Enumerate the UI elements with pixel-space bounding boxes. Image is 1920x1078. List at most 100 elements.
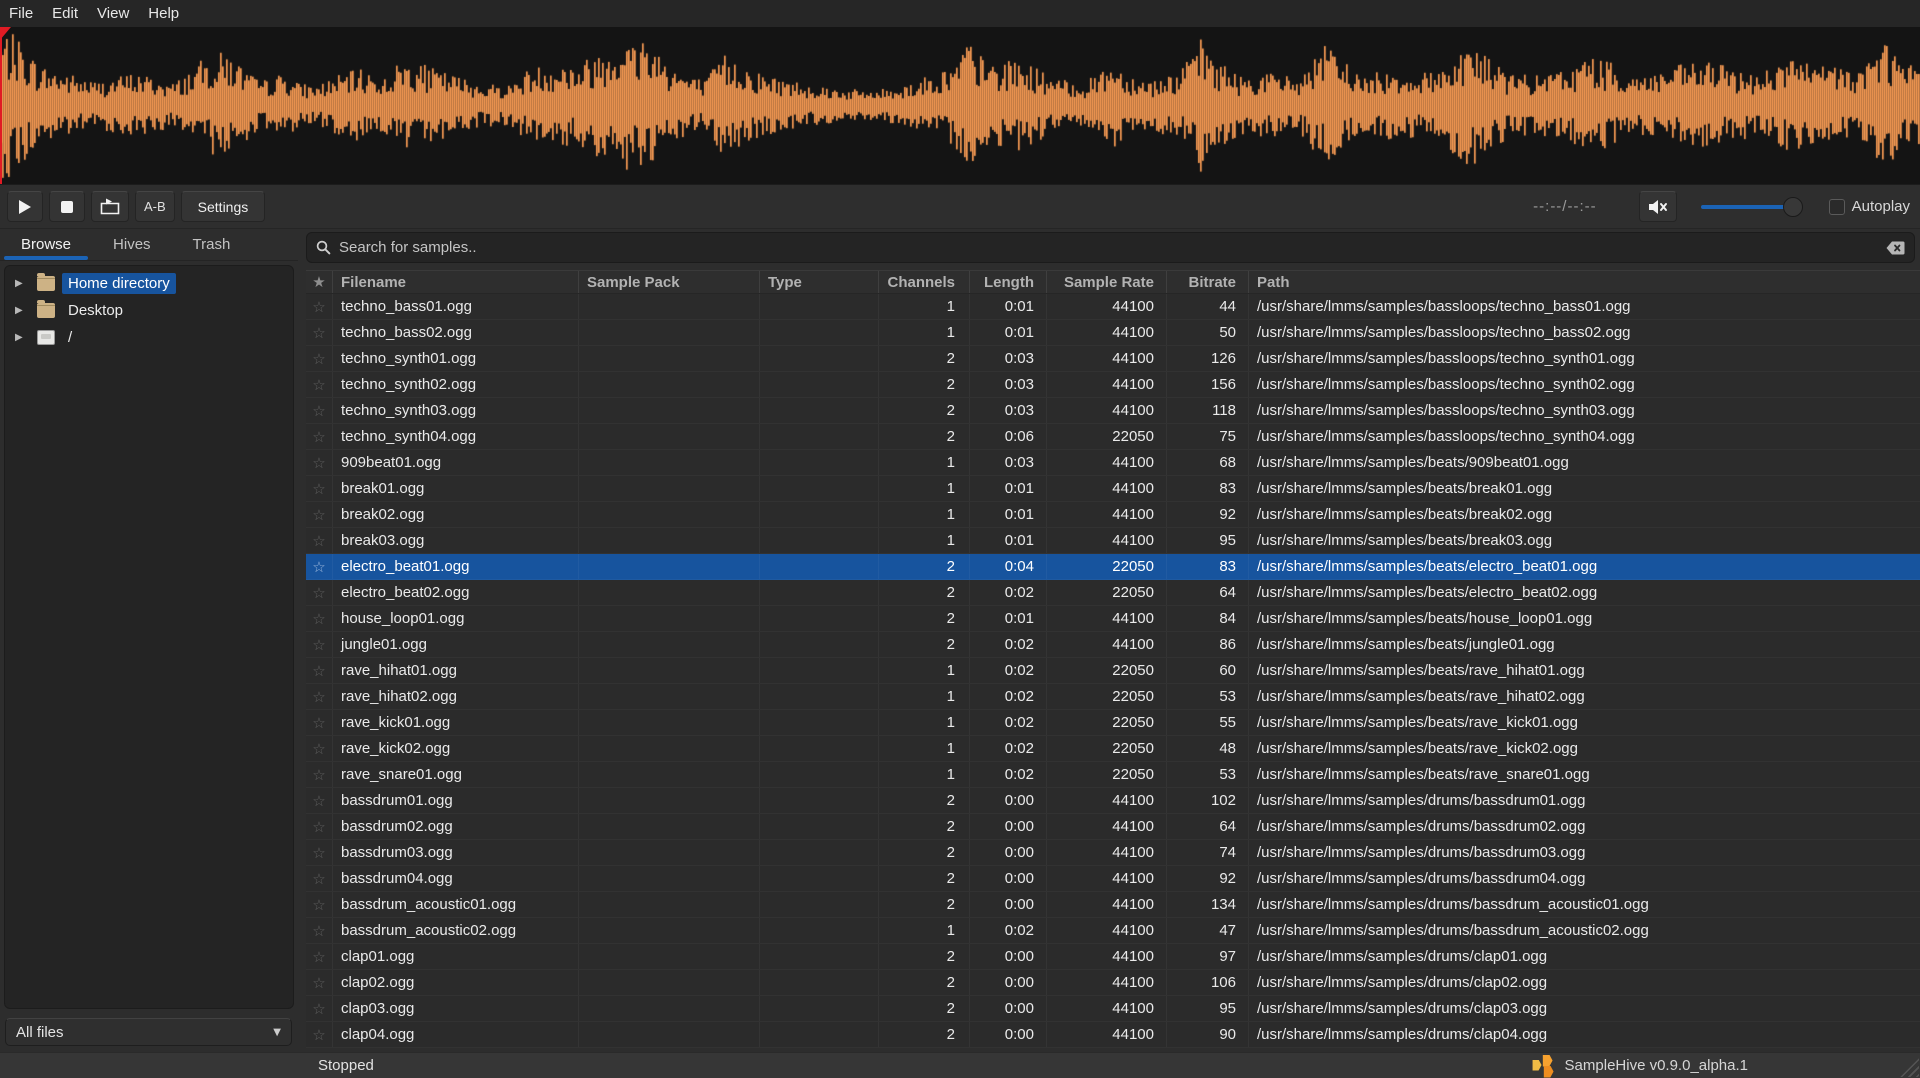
cell-bitrate: 74 [1167, 840, 1249, 865]
star-outline-icon[interactable]: ☆ [312, 428, 325, 446]
menu-file[interactable]: File [9, 5, 33, 22]
table-row[interactable]: ☆rave_kick02.ogg10:022205048/usr/share/l… [306, 736, 1920, 762]
table-row[interactable]: ☆rave_hihat02.ogg10:022205053/usr/share/… [306, 684, 1920, 710]
star-outline-icon[interactable]: ☆ [312, 480, 325, 498]
expander-icon[interactable]: ▶ [15, 278, 31, 289]
table-row[interactable]: ☆bassdrum02.ogg20:004410064/usr/share/lm… [306, 814, 1920, 840]
table-row[interactable]: ☆electro_beat01.ogg20:042205083/usr/shar… [306, 554, 1920, 580]
star-outline-icon[interactable]: ☆ [312, 402, 325, 420]
tab-browse[interactable]: Browse [0, 229, 92, 260]
column-header-star[interactable]: ★ [306, 271, 333, 293]
star-outline-icon[interactable]: ☆ [312, 532, 325, 550]
column-header-length[interactable]: Length [970, 271, 1047, 293]
star-outline-icon[interactable]: ☆ [312, 714, 325, 732]
column-header-bitrate[interactable]: Bitrate [1167, 271, 1249, 293]
table-row[interactable]: ☆electro_beat02.ogg20:022205064/usr/shar… [306, 580, 1920, 606]
mute-button[interactable] [1639, 191, 1677, 222]
star-outline-icon[interactable]: ☆ [312, 740, 325, 758]
menu-edit[interactable]: Edit [52, 5, 78, 22]
resize-grip[interactable] [1899, 1057, 1919, 1077]
star-outline-icon[interactable]: ☆ [312, 662, 325, 680]
table-row[interactable]: ☆break03.ogg10:014410095/usr/share/lmms/… [306, 528, 1920, 554]
volume-slider[interactable] [1701, 197, 1801, 217]
search-input[interactable] [339, 239, 1886, 256]
settings-button[interactable]: Settings [181, 191, 266, 222]
table-row[interactable]: ☆techno_synth01.ogg20:0344100126/usr/sha… [306, 346, 1920, 372]
tree-item-home-directory[interactable]: ▶Home directory [5, 270, 293, 297]
star-outline-icon[interactable]: ☆ [312, 688, 325, 706]
star-outline-icon[interactable]: ☆ [312, 1000, 325, 1018]
clear-search-icon[interactable] [1886, 241, 1905, 255]
cell-samplerate: 22050 [1047, 710, 1167, 735]
table-row[interactable]: ☆house_loop01.ogg20:014410084/usr/share/… [306, 606, 1920, 632]
star-outline-icon[interactable]: ☆ [312, 506, 325, 524]
table-row[interactable]: ☆909beat01.ogg10:034410068/usr/share/lmm… [306, 450, 1920, 476]
star-outline-icon[interactable]: ☆ [312, 870, 325, 888]
table-row[interactable]: ☆bassdrum_acoustic02.ogg10:024410047/usr… [306, 918, 1920, 944]
tree-item--[interactable]: ▶/ [5, 324, 293, 351]
search-bar[interactable] [306, 232, 1915, 263]
table-row[interactable]: ☆rave_snare01.ogg10:022205053/usr/share/… [306, 762, 1920, 788]
table-row[interactable]: ☆techno_bass02.ogg10:014410050/usr/share… [306, 320, 1920, 346]
star-outline-icon[interactable]: ☆ [312, 324, 325, 342]
star-outline-icon[interactable]: ☆ [312, 922, 325, 940]
cell-samplerate: 44100 [1047, 996, 1167, 1021]
column-header-path[interactable]: Path [1249, 271, 1920, 293]
star-outline-icon[interactable]: ☆ [312, 584, 325, 602]
column-header-filename[interactable]: Filename [333, 271, 579, 293]
ab-loop-button[interactable]: A-B [135, 191, 175, 222]
table-row[interactable]: ☆clap03.ogg20:004410095/usr/share/lmms/s… [306, 996, 1920, 1022]
star-outline-icon[interactable]: ☆ [312, 844, 325, 862]
table-row[interactable]: ☆clap04.ogg20:004410090/usr/share/lmms/s… [306, 1022, 1920, 1048]
table-row[interactable]: ☆techno_synth03.ogg20:0344100118/usr/sha… [306, 398, 1920, 424]
star-outline-icon[interactable]: ☆ [312, 636, 325, 654]
star-outline-icon[interactable]: ☆ [312, 298, 325, 316]
table-row[interactable]: ☆jungle01.ogg20:024410086/usr/share/lmms… [306, 632, 1920, 658]
stop-button[interactable] [49, 191, 85, 222]
star-outline-icon[interactable]: ☆ [312, 454, 325, 472]
tree-item-desktop[interactable]: ▶Desktop [5, 297, 293, 324]
star-outline-icon[interactable]: ☆ [312, 948, 325, 966]
table-row[interactable]: ☆break02.ogg10:014410092/usr/share/lmms/… [306, 502, 1920, 528]
star-outline-icon[interactable]: ☆ [312, 350, 325, 368]
waveform-display[interactable] [0, 27, 1920, 185]
star-outline-icon[interactable]: ☆ [312, 766, 325, 784]
table-row[interactable]: ☆bassdrum04.ogg20:004410092/usr/share/lm… [306, 866, 1920, 892]
table-row[interactable]: ☆break01.ogg10:014410083/usr/share/lmms/… [306, 476, 1920, 502]
star-outline-icon[interactable]: ☆ [312, 376, 325, 394]
table-row[interactable]: ☆rave_hihat01.ogg10:022205060/usr/share/… [306, 658, 1920, 684]
table-row[interactable]: ☆rave_kick01.ogg10:022205055/usr/share/l… [306, 710, 1920, 736]
tab-trash[interactable]: Trash [172, 229, 252, 260]
expander-icon[interactable]: ▶ [15, 332, 31, 343]
column-header-type[interactable]: Type [760, 271, 879, 293]
star-outline-icon[interactable]: ☆ [312, 818, 325, 836]
play-button[interactable] [7, 191, 43, 222]
column-header-channels[interactable]: Channels [879, 271, 970, 293]
directory-tree: ▶Home directory▶Desktop▶/ [4, 265, 294, 1009]
menu-help[interactable]: Help [148, 5, 179, 22]
column-header-samplerate[interactable]: Sample Rate [1047, 271, 1167, 293]
file-filter-dropdown[interactable]: All files ▼ [5, 1018, 292, 1046]
menu-view[interactable]: View [97, 5, 129, 22]
star-outline-icon[interactable]: ☆ [312, 558, 325, 576]
autoplay-checkbox[interactable] [1829, 199, 1845, 215]
volume-knob[interactable] [1783, 197, 1803, 217]
table-row[interactable]: ☆bassdrum03.ogg20:004410074/usr/share/lm… [306, 840, 1920, 866]
expander-icon[interactable]: ▶ [15, 305, 31, 316]
star-outline-icon[interactable]: ☆ [312, 610, 325, 628]
star-outline-icon[interactable]: ☆ [312, 974, 325, 992]
table-row[interactable]: ☆techno_synth02.ogg20:0344100156/usr/sha… [306, 372, 1920, 398]
column-header-samplepack[interactable]: Sample Pack [579, 271, 760, 293]
table-row[interactable]: ☆bassdrum_acoustic01.ogg20:0044100134/us… [306, 892, 1920, 918]
open-folder-button[interactable] [91, 191, 129, 222]
table-row[interactable]: ☆techno_synth04.ogg20:062205075/usr/shar… [306, 424, 1920, 450]
star-outline-icon[interactable]: ☆ [312, 896, 325, 914]
table-row[interactable]: ☆techno_bass01.ogg10:014410044/usr/share… [306, 294, 1920, 320]
table-row[interactable]: ☆bassdrum01.ogg20:0044100102/usr/share/l… [306, 788, 1920, 814]
table-row[interactable]: ☆clap01.ogg20:004410097/usr/share/lmms/s… [306, 944, 1920, 970]
star-outline-icon[interactable]: ☆ [312, 1026, 325, 1044]
tab-hives[interactable]: Hives [92, 229, 172, 260]
table-row[interactable]: ☆clap02.ogg20:0044100106/usr/share/lmms/… [306, 970, 1920, 996]
cell-length: 0:02 [970, 710, 1047, 735]
star-outline-icon[interactable]: ☆ [312, 792, 325, 810]
